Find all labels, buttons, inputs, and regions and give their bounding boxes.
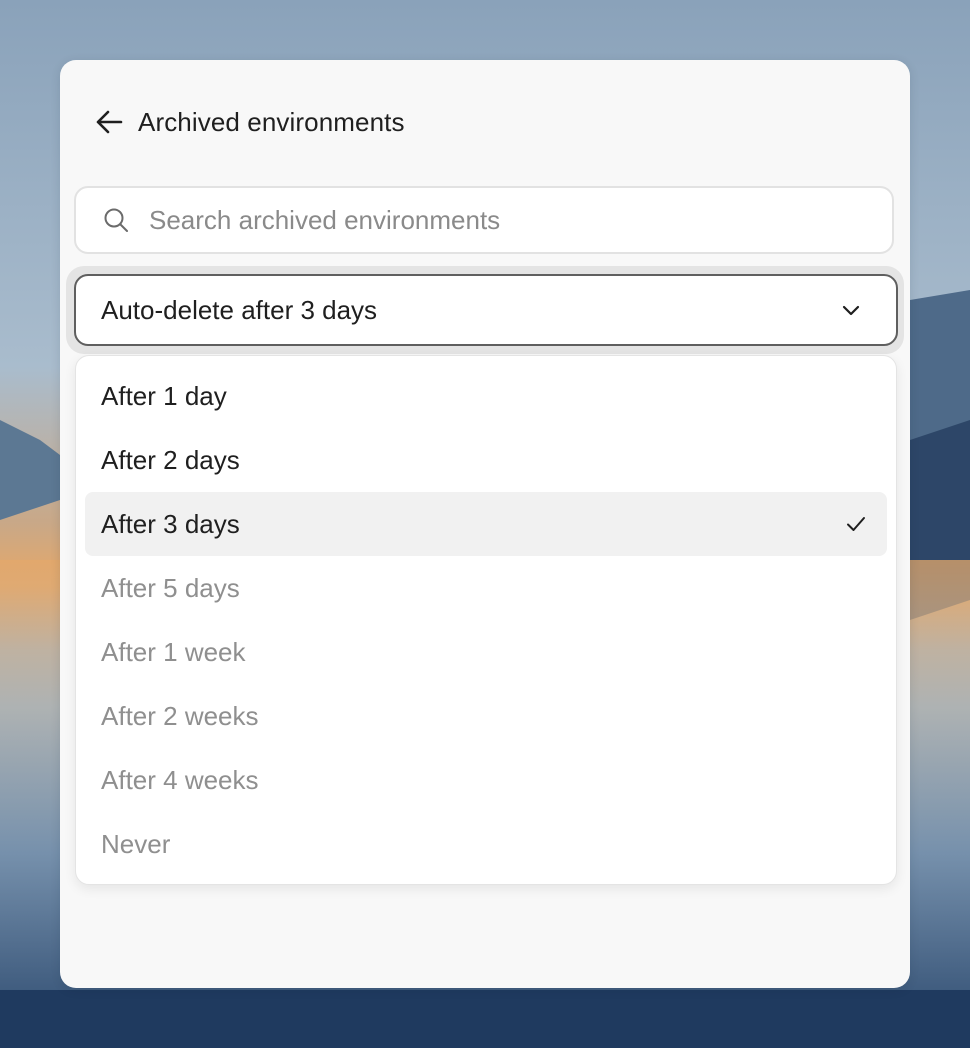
auto-delete-select[interactable]: Auto-delete after 3 days [74,274,898,346]
arrow-left-icon [96,110,123,134]
back-button[interactable] [94,106,126,138]
menu-option-label: After 2 weeks [101,700,259,731]
menu-option-label: After 5 days [101,572,240,603]
menu-option-label: After 2 days [101,444,240,475]
menu-option-label: After 1 day [101,380,227,411]
menu-option-after-2-days[interactable]: After 2 days [85,428,887,492]
archived-environments-panel: Archived environments Auto-delete after … [60,60,910,988]
checkmark-icon [847,517,865,531]
page-title: Archived environments [138,106,405,137]
panel-header: Archived environments [94,102,405,142]
menu-option-after-4-weeks: After 4 weeks [85,748,887,812]
menu-option-after-1-day[interactable]: After 1 day [85,364,887,428]
menu-option-label: After 1 week [101,636,246,667]
menu-option-never: Never [85,812,887,876]
menu-option-after-1-week: After 1 week [85,620,887,684]
search-box[interactable] [74,186,894,254]
search-input[interactable] [149,204,849,236]
auto-delete-selected-value: Auto-delete after 3 days [101,294,378,325]
search-icon [103,207,129,233]
menu-option-label: After 3 days [101,508,240,539]
menu-option-label: Never [101,828,171,859]
menu-option-after-2-weeks: After 2 weeks [85,684,887,748]
menu-option-label: After 4 weeks [101,764,259,795]
menu-option-after-5-days: After 5 days [85,556,887,620]
menu-option-after-3-days[interactable]: After 3 days [85,492,887,556]
auto-delete-menu: After 1 day After 2 days After 3 days Af… [75,355,897,885]
chevron-down-icon [840,299,862,321]
